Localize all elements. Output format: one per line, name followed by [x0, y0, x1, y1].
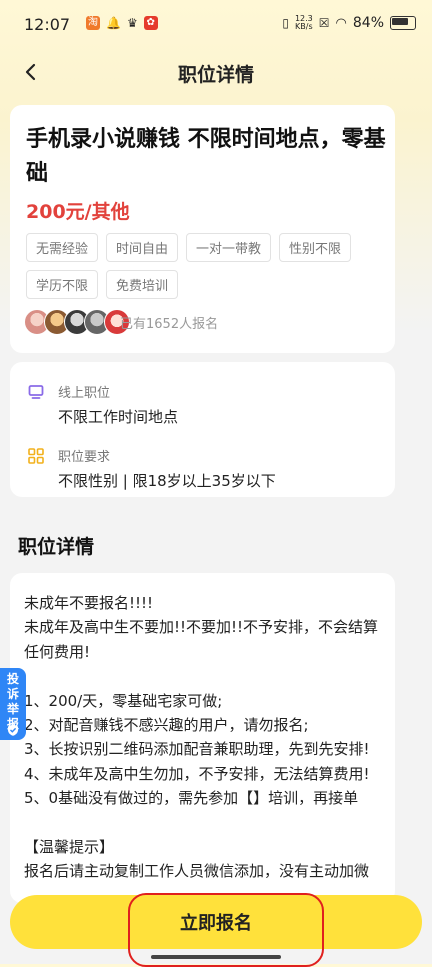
description-line — [24, 811, 388, 835]
job-type-value: 不限工作时间地点 — [58, 408, 179, 426]
page-title: 职位详情 — [177, 64, 254, 86]
job-description: 未成年不要报名!!!! 未成年及高中生不要加!!不要加!!不予安排，不会结算任何… — [24, 591, 388, 884]
description-line: 3、长按识别二维码添加配音兼职助理，先到先安排! — [24, 740, 370, 759]
job-tag: 学历不限 — [26, 270, 99, 299]
job-tag: 一对一带教 — [186, 233, 272, 262]
app-notification-icon: 淘 — [86, 16, 100, 30]
description-line — [24, 664, 388, 688]
bell-icon: 🔔 — [106, 16, 121, 30]
status-bar: 12:07 淘 🔔 ♛ ✿ ▯ 12.3 KB/s ☒ ◠ 84% — [0, 0, 432, 50]
description-line: 【温馨提示】 — [24, 838, 115, 857]
description-line: 4、未成年及高中生勿加，不予安排，无法结算费用! — [24, 764, 370, 783]
report-label: 投诉举报 — [6, 672, 19, 731]
shield-icon — [8, 724, 18, 736]
apply-button[interactable]: 立即报名 — [10, 895, 422, 949]
report-button[interactable]: 投诉举报 — [0, 668, 26, 740]
sim-icon: ☒ — [318, 16, 330, 30]
apply-button-label: 立即报名 — [180, 913, 252, 934]
description-line: 1、200/天，零基础宅家可做; — [24, 691, 223, 710]
monitor-icon — [28, 385, 44, 399]
battery-text: 84% — [352, 15, 384, 31]
description-line: 未成年不要报名!!!! — [24, 594, 154, 612]
grid-icon — [28, 448, 44, 464]
job-description-card: 未成年不要报名!!!! 未成年及高中生不要加!!不要加!!不予安排，不会结算任何… — [10, 573, 395, 903]
job-tag: 时间自由 — [106, 233, 179, 262]
applicant-avatars — [24, 309, 130, 335]
battery-icon — [390, 16, 416, 30]
job-salary: 200元/其他 — [26, 201, 130, 223]
status-time: 12:07 — [24, 15, 71, 34]
net-speed: 12.3 KB/s — [294, 14, 313, 31]
job-requirement-value: 不限性别 | 限18岁以上35岁以下 — [58, 472, 276, 490]
home-indicator[interactable] — [151, 955, 281, 959]
wifi-icon: ◠ — [335, 15, 347, 31]
job-tag: 无需经验 — [26, 233, 99, 262]
applied-count: 已有1652人报名 — [120, 317, 219, 332]
job-title: 手机录小说赚钱 不限时间地点，零基础 — [26, 127, 386, 186]
job-requirement-label: 职位要求 — [58, 450, 111, 465]
nav-bar: 职位详情 — [0, 50, 432, 94]
details-section-title: 职位详情 — [18, 536, 95, 558]
crown-icon: ♛ — [126, 16, 138, 30]
job-summary-card: 手机录小说赚钱 不限时间地点，零基础 200元/其他 无需经验 时间自由 一对一… — [10, 105, 395, 353]
description-line: 报名后请主动复制工作人员微信添加，没有主动加微 — [24, 862, 370, 881]
notification-icons: 淘 🔔 ♛ ✿ — [86, 16, 158, 30]
status-right: ▯ 12.3 KB/s ☒ ◠ 84% — [282, 15, 416, 31]
job-type-label: 线上职位 — [58, 386, 111, 401]
description-line: 5、0基础没有做过的，需先参加【】培训，再接单 — [24, 789, 359, 808]
vibrate-icon: ▯ — [282, 16, 289, 30]
job-tag: 免费培训 — [106, 270, 179, 299]
job-info-card: 线上职位 不限工作时间地点 职位要求 不限性别 | 限18岁以上35岁以下 — [10, 362, 395, 497]
description-line: 未成年及高中生不要加!!不要加!!不予安排，不会结算任何费用! — [24, 618, 379, 661]
description-line: 2、对配音赚钱不感兴趣的用户，请勿报名; — [24, 716, 309, 735]
job-tag: 性别不限 — [279, 233, 352, 262]
job-tags: 无需经验 时间自由 一对一带教 性别不限 学历不限 免费培训 — [26, 233, 386, 299]
app-notification-icon: ✿ — [143, 16, 158, 30]
